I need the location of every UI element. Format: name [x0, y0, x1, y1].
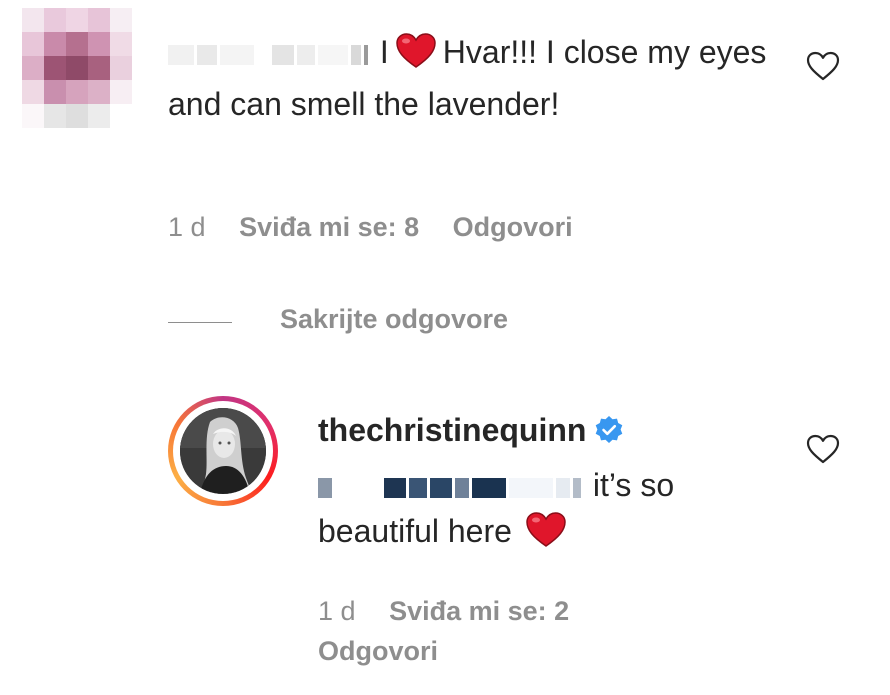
verified-badge-icon — [596, 416, 623, 443]
avatar-photo — [180, 408, 266, 494]
comment-likes-count[interactable]: Sviđa mi se: 8 — [239, 212, 419, 242]
reply-username-row: thechristinequinn — [318, 412, 624, 449]
comments-panel: I Hvar!!! I close my eyes and can smell … — [0, 0, 890, 695]
reply-meta: 1 d Sviđa mi se: 2 — [318, 596, 569, 627]
comment-text-i: I — [379, 34, 389, 70]
blurred-avatar[interactable] — [22, 8, 132, 128]
reply-text-part1: it’s so — [592, 467, 675, 503]
reply-time[interactable]: 1 d — [318, 596, 356, 626]
red-heart-emoji-icon — [396, 33, 436, 68]
reply-likes-count[interactable]: Sviđa mi se: 2 — [389, 596, 569, 626]
hide-replies-button[interactable]: Sakrijte odgovore — [280, 304, 508, 335]
portrait-image — [180, 408, 266, 494]
reply-meta-row2: Odgovori — [318, 636, 438, 667]
red-heart-emoji-icon — [526, 512, 566, 547]
blurred-username — [168, 34, 380, 70]
reply-like-heart-icon[interactable] — [806, 434, 840, 464]
blurred-mention — [318, 467, 593, 503]
comment-like-heart-icon[interactable] — [806, 51, 840, 81]
reply-text: it’s so beautiful here — [318, 462, 738, 554]
comment-reply-button[interactable]: Odgovori — [453, 212, 573, 242]
comment-text: I Hvar!!! I close my eyes and can smell … — [168, 26, 768, 130]
reply-avatar[interactable] — [168, 396, 278, 506]
reply-reply-button[interactable]: Odgovori — [318, 636, 438, 666]
replies-divider — [168, 322, 232, 323]
comment-meta: 1 d Sviđa mi se: 8 Odgovori — [168, 212, 573, 243]
comment-time[interactable]: 1 d — [168, 212, 206, 242]
reply-text-part2: beautiful here — [318, 513, 512, 549]
reply-username[interactable]: thechristinequinn — [318, 412, 586, 448]
